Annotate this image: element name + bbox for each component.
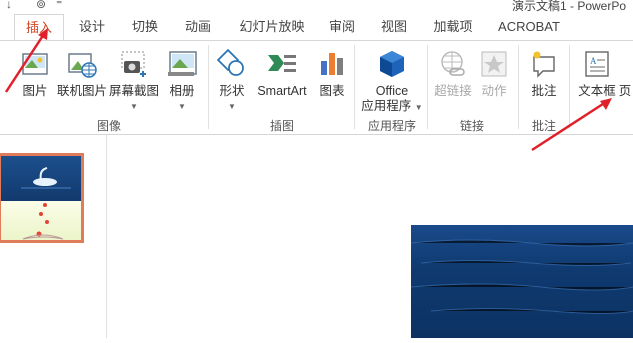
- title-bar: ↓ ⊚ ⁼ 演示文稿1 - PowerPo: [0, 0, 633, 13]
- quick-access-more-icon[interactable]: ↓: [6, 0, 12, 11]
- thumbnail-water-image: [1, 156, 81, 201]
- tab-review[interactable]: 审阅: [322, 14, 362, 40]
- album-icon: [166, 49, 198, 82]
- chart-button[interactable]: 图表: [314, 47, 350, 115]
- group-separator: [427, 45, 428, 129]
- textbox-icon: A: [582, 49, 612, 82]
- office-apps-button[interactable]: Office 应用程序 ▼: [360, 47, 424, 119]
- tab-view[interactable]: 视图: [374, 14, 414, 40]
- online-pictures-button[interactable]: 联机图片: [56, 47, 108, 115]
- shapes-icon: [216, 48, 248, 82]
- smartart-icon: [266, 49, 298, 82]
- group-label-apps: 应用程序: [367, 119, 416, 133]
- group-separator: [518, 45, 519, 129]
- present-from-start-icon[interactable]: ⊚: [36, 0, 46, 11]
- group-separator: [208, 45, 209, 129]
- online-pictures-icon: [66, 49, 98, 82]
- group-label-images: 图像: [96, 119, 121, 133]
- hyperlink-button[interactable]: 超链接: [432, 47, 474, 115]
- quick-access-dropdown-icon[interactable]: ⁼: [56, 0, 62, 11]
- slide-thumbnail-panel: [0, 135, 107, 338]
- group-separator: [354, 45, 355, 129]
- screenshot-icon: [118, 49, 150, 82]
- slide-canvas[interactable]: [107, 135, 633, 338]
- ribbon-tabs: 插入 设计 切换 动画 幻灯片放映 审阅 视图 加载项 ACROBAT: [0, 14, 633, 41]
- tab-design[interactable]: 设计: [72, 14, 112, 40]
- shapes-button[interactable]: 形状 ▼: [214, 47, 250, 115]
- action-icon: [479, 49, 509, 82]
- album-button[interactable]: 相册 ▼: [162, 47, 202, 115]
- tab-transitions[interactable]: 切换: [125, 14, 165, 40]
- group-label-illustrations: 插图: [269, 119, 294, 133]
- action-button[interactable]: 动作: [476, 47, 512, 115]
- tab-slideshow[interactable]: 幻灯片放映: [232, 14, 312, 40]
- comment-icon: [529, 49, 559, 82]
- tab-animations[interactable]: 动画: [178, 14, 218, 40]
- slide-thumbnail[interactable]: [0, 153, 84, 243]
- annotation-arrow-insert-tab: [4, 28, 48, 93]
- window-title: 演示文稿1 - PowerPo: [512, 0, 627, 13]
- office-apps-icon: [377, 49, 407, 82]
- svg-text:A: A: [590, 56, 597, 66]
- screenshot-button[interactable]: 屏幕截图 ▼: [108, 47, 160, 115]
- slide-background-image: [410, 225, 633, 338]
- smartart-button[interactable]: SmartArt: [254, 47, 310, 115]
- header-footer-button[interactable]: 页: [618, 47, 632, 115]
- thumbnail-hearts-image: [1, 201, 81, 240]
- group-label-links: 链接: [459, 119, 484, 133]
- tab-addins[interactable]: 加载项: [428, 14, 478, 40]
- chart-icon: [317, 49, 347, 82]
- annotation-arrow-textbox: [531, 98, 612, 152]
- tab-acrobat[interactable]: ACROBAT: [493, 14, 565, 40]
- hyperlink-icon: [438, 49, 468, 82]
